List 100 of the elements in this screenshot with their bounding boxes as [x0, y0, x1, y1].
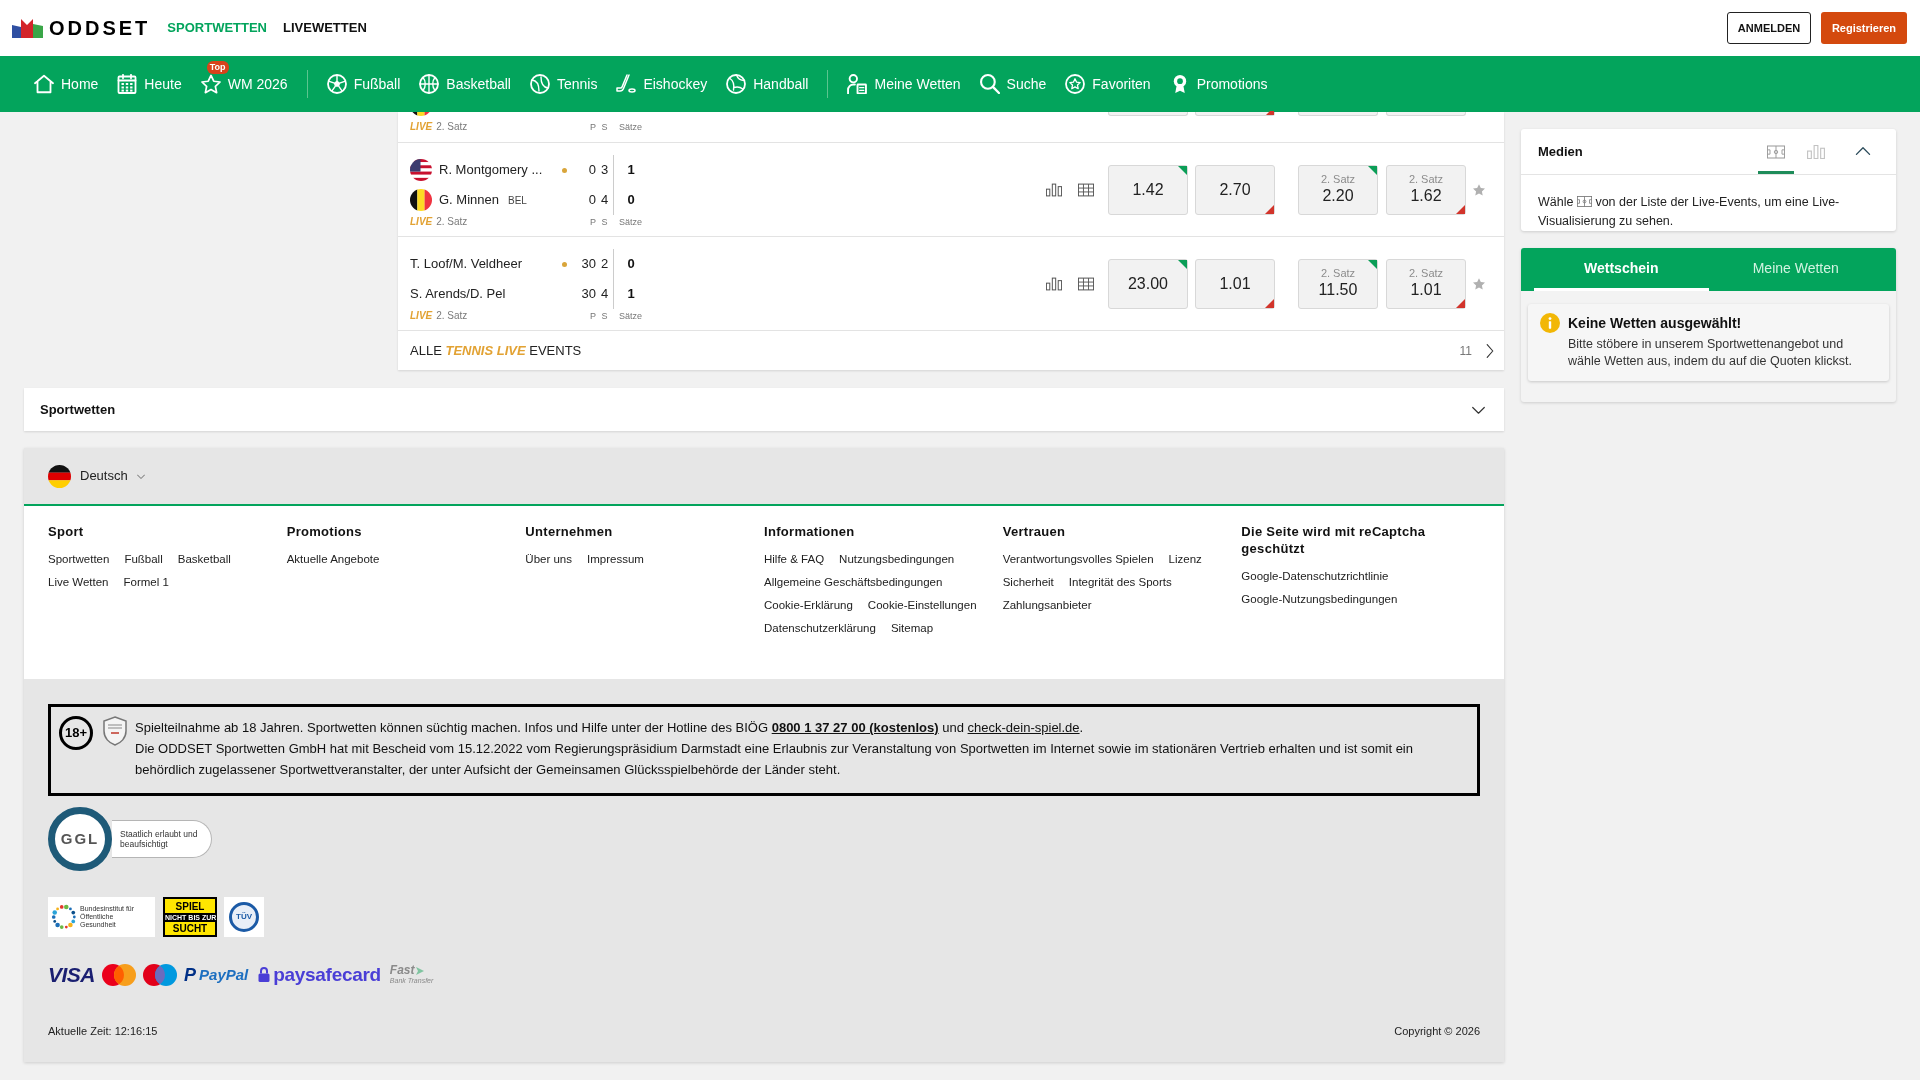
logo-text: SUCHT	[171, 921, 209, 935]
points-score: 30	[581, 285, 596, 304]
live-label: LIVE	[410, 310, 433, 322]
score-label: S	[601, 310, 608, 322]
overlapping-circles-icon	[102, 963, 136, 986]
odds-button[interactable]: 2. Satz 2.20	[1298, 164, 1378, 215]
score-label: Sätze	[619, 310, 642, 322]
footer-link[interactable]: Live Wetten	[48, 575, 109, 590]
footer-heading: Sport	[48, 523, 85, 540]
payment-wordmark: paysafecard	[273, 963, 381, 986]
footer-link[interactable]: Fußball	[124, 552, 163, 567]
bar-chart-icon[interactable]	[1046, 276, 1062, 291]
footer-link[interactable]: Zahlungsanbieter	[1002, 598, 1092, 613]
games-score: 4	[600, 285, 609, 304]
odds-button[interactable]: 2.70	[1195, 164, 1275, 215]
score-label: P	[590, 310, 596, 322]
seal-logo: GGL	[48, 807, 112, 871]
login-button[interactable]: ANMELDEN	[1727, 12, 1811, 44]
odds-button[interactable]	[1195, 112, 1275, 116]
games-score: 3	[600, 161, 609, 180]
score-label: S	[601, 121, 608, 133]
age-limit-badge: 18+	[59, 716, 93, 750]
legal-notice-text: Spielteilnahme ab 18 Jahren. Sportwetten können süchtig machen. Infos und Hilfe unter der Hotline des BIÖG 0800 1 37 27 00 (kostenlos) und check-dein-spiel.de.	[135, 719, 1085, 737]
footer-link[interactable]: Aktuelle Angebote	[286, 552, 380, 567]
header-tab[interactable]: LIVEWETTEN	[283, 18, 367, 38]
sets-score: 0	[627, 255, 635, 274]
score-label: S	[601, 216, 608, 228]
footer-heading: Die Seite wird mit reCaptcha geschützt	[1241, 523, 1427, 557]
hotline-link[interactable]: 0800 1 37 27 00 (kostenlos)	[771, 720, 939, 735]
handball-icon	[726, 74, 747, 94]
all-events-link[interactable]: ALLE TENNIS LIVE EVENTS 11	[398, 331, 1504, 370]
footer-link[interactable]: Nutzungsbedingungen	[839, 552, 955, 567]
footer-heading: Informationen	[764, 523, 856, 540]
notice-text: Bitte stöbere in unserem Sportwettenangebot und wähle Wetten aus, indem du auf die Quoten klickst.	[1568, 336, 1853, 370]
chevron-right-icon	[1486, 343, 1494, 358]
search-icon	[979, 74, 1000, 94]
footer-link[interactable]: Sitemap	[890, 621, 934, 636]
footer-link[interactable]: Integrität des Sports	[1068, 575, 1172, 590]
footer-link[interactable]: Lizenz	[1168, 552, 1202, 567]
score-label: P	[590, 121, 596, 133]
website-link[interactable]: check-dein-spiel.de	[967, 720, 1080, 735]
live-label: LIVE	[410, 121, 433, 133]
odds-button[interactable]: 23.00	[1108, 258, 1188, 309]
arrow-icon	[415, 966, 424, 975]
star-icon	[200, 74, 221, 94]
score-label: Sätze	[619, 121, 642, 133]
footer-heading: Unternehmen	[525, 523, 614, 540]
footer-link[interactable]: Sicherheit	[1002, 575, 1054, 590]
footer-link[interactable]: Verantwortungsvolles Spielen	[1002, 552, 1154, 567]
basketball-icon	[419, 74, 440, 94]
notice-title: Keine Wetten ausgewählt!	[1568, 314, 1743, 333]
calendar-icon	[117, 74, 138, 94]
odds-button[interactable]: 2. Satz 1.62	[1386, 164, 1466, 215]
sports-section-header[interactable]: Sportwetten	[24, 388, 1504, 431]
sets-score: 0	[627, 191, 635, 210]
person-ticket-icon	[847, 74, 868, 94]
footer-heading: Vertrauen	[1002, 523, 1067, 540]
grid-icon[interactable]	[1078, 182, 1094, 197]
footer-link[interactable]: Über uns	[525, 552, 572, 567]
flag-icon	[410, 159, 432, 181]
hockey-stick-icon	[616, 74, 637, 94]
chevron-down-icon	[136, 473, 145, 479]
language-selector[interactable]: Deutsch	[48, 464, 145, 488]
live-label: LIVE	[410, 216, 433, 228]
footer-link[interactable]: Cookie-Einstellungen	[867, 598, 977, 613]
odds-button[interactable]: 2. Satz 1.01	[1386, 258, 1466, 309]
star-icon[interactable]	[1473, 183, 1485, 196]
star-icon[interactable]	[1473, 277, 1485, 290]
flag-icon	[410, 189, 432, 211]
paypal-mark: P	[184, 964, 197, 985]
bar-chart-icon[interactable]	[1046, 182, 1062, 197]
seal-logo: TÜV	[229, 902, 259, 932]
odds-button[interactable]: 1.42	[1108, 164, 1188, 215]
footer-link[interactable]: Impressum	[587, 552, 644, 567]
footer-link[interactable]: Google-Datenschutzrichtlinie	[1241, 569, 1389, 584]
odds-button[interactable]: 2. Satz 11.50	[1298, 258, 1378, 309]
footer-link[interactable]: Basketball	[177, 552, 231, 567]
footer-link[interactable]: Google-Nutzungsbedingungen	[1241, 592, 1398, 607]
padlock-icon	[258, 966, 271, 983]
score-label: Sätze	[619, 216, 642, 228]
country-code: BEL	[508, 193, 527, 208]
house-icon	[34, 74, 54, 94]
odds-button[interactable]: 1.01	[1195, 258, 1275, 309]
points-score: 0	[588, 161, 596, 180]
bar-chart-icon	[1807, 144, 1825, 159]
dot-ring-icon	[51, 904, 77, 930]
overlapping-circles-icon	[143, 963, 177, 986]
footer-link[interactable]: Datenschutzerklärung	[764, 621, 876, 636]
soccer-ball-icon	[326, 74, 347, 94]
footer-link[interactable]: Allgemeine Geschäftsbedingungen	[764, 575, 943, 590]
grid-icon[interactable]	[1078, 276, 1094, 291]
register-button[interactable]: Registrieren	[1821, 12, 1907, 44]
player-name: R. Montgomery ...	[439, 161, 543, 180]
footer-link[interactable]: Formel 1	[123, 575, 169, 590]
player-name: T. Loof/M. Veldheer	[410, 255, 522, 274]
footer-link[interactable]: Cookie-Erklärung	[764, 598, 853, 613]
top-badge: Top	[206, 60, 229, 74]
star-circle-icon	[1065, 74, 1086, 94]
footer-link[interactable]: Sportwetten	[48, 552, 110, 567]
footer-link[interactable]: Hilfe & FAQ	[764, 552, 825, 567]
